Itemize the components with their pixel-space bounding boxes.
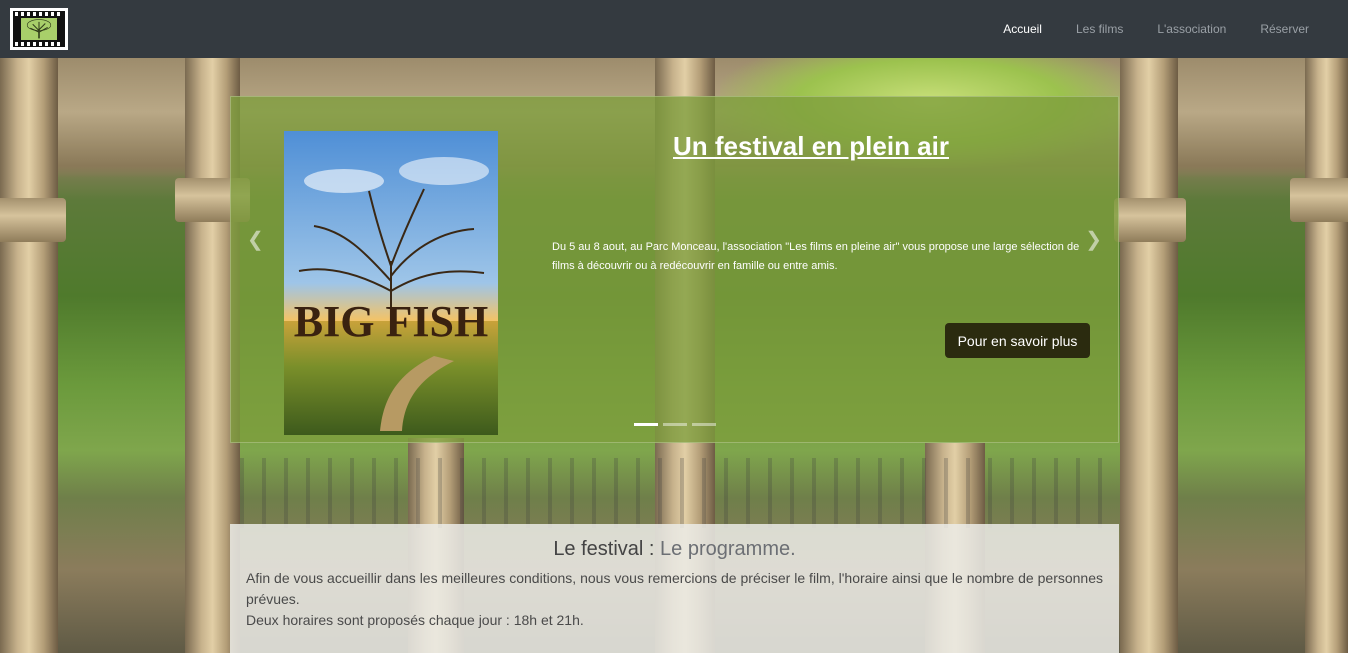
park-visitors bbox=[240, 458, 1120, 528]
festival-body: Afin de vous accueillir dans les meilleu… bbox=[246, 568, 1103, 631]
learn-more-button[interactable]: Pour en savoir plus bbox=[945, 323, 1090, 358]
tree-icon bbox=[21, 18, 57, 40]
carousel-indicator-1[interactable] bbox=[634, 423, 658, 426]
column-capital bbox=[0, 198, 66, 242]
festival-title: Le festival : bbox=[553, 538, 655, 560]
nav-link-accueil[interactable]: Accueil bbox=[986, 0, 1059, 58]
film-holes-top bbox=[15, 12, 63, 16]
carousel-indicator-3[interactable] bbox=[692, 423, 716, 426]
column-left-1 bbox=[0, 58, 58, 653]
carousel-indicators bbox=[634, 423, 716, 426]
carousel-indicator-2[interactable] bbox=[663, 423, 687, 426]
column-capital bbox=[1114, 198, 1186, 242]
festival-paragraph-1: Afin de vous accueillir dans les meilleu… bbox=[246, 570, 1103, 607]
poster-title-text: BIG FISH bbox=[294, 297, 488, 346]
film-strip-logo[interactable] bbox=[10, 8, 68, 50]
column-capital bbox=[1290, 178, 1348, 222]
hero-carousel: ❮ ❯ BIG FISH Un festival en plein air Du… bbox=[230, 96, 1119, 443]
carousel-prev-chevron-icon[interactable]: ❮ bbox=[247, 230, 264, 250]
slide-description: Du 5 au 8 aout, au Parc Monceau, l'assoc… bbox=[552, 241, 1080, 272]
nav-link-association[interactable]: L'association bbox=[1140, 0, 1243, 58]
navbar: Accueil Les films L'association Réserver bbox=[0, 0, 1348, 58]
festival-panel: Le festival : Le programme. Afin de vous… bbox=[230, 524, 1119, 653]
festival-paragraph-2: Deux horaires sont proposés chaque jour … bbox=[246, 612, 584, 628]
nav-link-reserver[interactable]: Réserver bbox=[1243, 0, 1326, 58]
logo-frame bbox=[13, 11, 65, 47]
festival-heading: Le festival : Le programme. bbox=[230, 538, 1119, 561]
film-holes-bottom bbox=[15, 42, 63, 46]
column-right-2 bbox=[1305, 58, 1348, 653]
festival-subtitle: Le programme. bbox=[660, 538, 796, 560]
slide-title[interactable]: Un festival en plein air bbox=[673, 131, 949, 162]
nav-menu: Accueil Les films L'association Réserver bbox=[986, 0, 1326, 58]
movie-poster-image: BIG FISH bbox=[284, 131, 498, 435]
nav-link-les-films[interactable]: Les films bbox=[1059, 0, 1140, 58]
column-right-1 bbox=[1120, 58, 1178, 653]
